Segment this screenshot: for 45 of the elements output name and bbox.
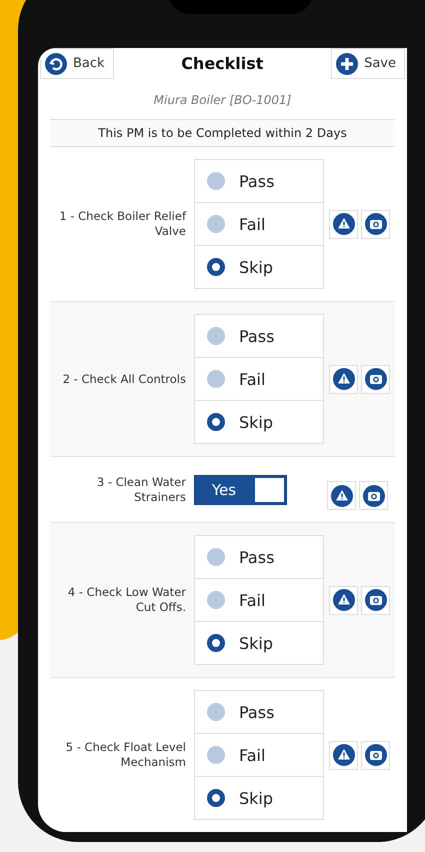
warning-button[interactable] <box>329 740 358 770</box>
notice-text: This PM is to be Completed within 2 Days <box>50 119 395 147</box>
camera-button[interactable] <box>361 210 390 238</box>
radio-option[interactable]: Pass <box>195 536 323 578</box>
camera-icon <box>364 589 386 611</box>
radio-option[interactable]: Pass <box>195 160 323 202</box>
item-label: 3 - Clean Water Strainers <box>96 474 187 504</box>
item-label: 2 - Check All Controls <box>62 372 187 386</box>
item-label: 5 - Check Float Level Mechanism <box>64 740 187 770</box>
warning-button[interactable] <box>329 210 358 238</box>
radio-option[interactable]: Fail <box>195 578 323 621</box>
radio-option[interactable]: Fail <box>195 733 323 776</box>
camera-icon <box>362 484 384 506</box>
item-label: 1 - Check Boiler Relief Valve <box>58 209 188 239</box>
radio-option[interactable]: Fail <box>195 357 323 400</box>
warning-button[interactable] <box>327 481 356 510</box>
radio-option[interactable]: Fail <box>195 202 323 245</box>
plus-icon <box>336 52 358 74</box>
radio-option[interactable]: Skip <box>195 400 323 443</box>
toggle-switch[interactable]: Yes <box>194 474 287 504</box>
camera-button[interactable] <box>359 481 388 510</box>
radio-option[interactable]: Skip <box>195 621 323 664</box>
warning-icon <box>332 589 354 611</box>
warning-icon <box>332 213 354 235</box>
radio-option[interactable]: Skip <box>195 245 323 288</box>
item-label: 4 - Check Low Water Cut Offs. <box>66 585 187 615</box>
warning-button[interactable] <box>329 364 358 394</box>
camera-button[interactable] <box>361 364 390 394</box>
asset-name: Miura Boiler [BO-1001] <box>152 92 292 109</box>
radio-option[interactable]: Pass <box>195 691 323 733</box>
radio-option[interactable]: Pass <box>195 315 323 357</box>
camera-button[interactable] <box>361 586 390 614</box>
warning-button[interactable] <box>329 586 358 614</box>
camera-icon <box>364 368 386 390</box>
camera-icon <box>364 213 386 235</box>
back-icon <box>45 52 67 74</box>
radio-option[interactable]: Skip <box>195 776 323 819</box>
back-button[interactable]: Back <box>40 48 114 79</box>
warning-icon <box>330 484 352 506</box>
warning-icon <box>332 368 354 390</box>
save-button[interactable]: Save <box>331 48 405 79</box>
camera-button[interactable] <box>361 740 390 770</box>
warning-icon <box>332 744 354 766</box>
camera-icon <box>364 744 386 766</box>
page-title: Checklist <box>181 54 264 73</box>
